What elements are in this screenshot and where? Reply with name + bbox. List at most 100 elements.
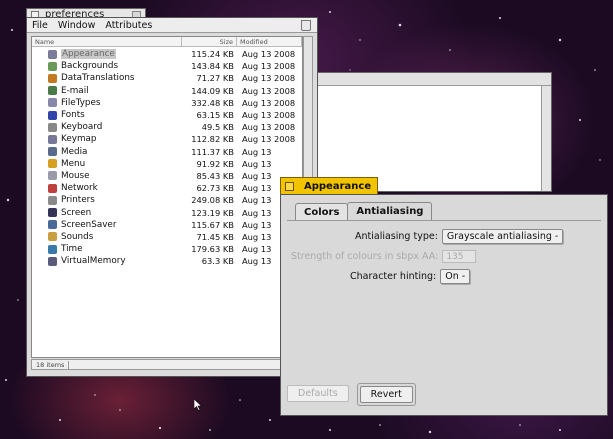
- list-item-modified: Aug 13 2008: [242, 134, 296, 145]
- list-item-name: Menu: [61, 158, 86, 169]
- status-bar: 18 items: [31, 359, 303, 370]
- list-item[interactable]: DataTranslations 71.27 KB Aug 13 2008: [32, 72, 302, 84]
- list-item-size: 91.92 KB: [196, 158, 234, 169]
- chevron-down-icon: -: [554, 231, 559, 242]
- aa-type-row: Antialiasing type: Grayscale antialiasin…: [355, 229, 564, 244]
- list-item-name: Appearance: [61, 49, 116, 60]
- list-item[interactable]: Printers 249.08 KB Aug 13: [32, 194, 302, 206]
- list-item-name-cell: E-mail: [32, 86, 182, 96]
- menu-icon: [48, 159, 57, 169]
- list-item-size: 143.84 KB: [191, 61, 234, 72]
- list-item-name-cell: Keymap: [32, 134, 182, 144]
- revert-button[interactable]: Revert: [359, 386, 413, 403]
- list-item-size: 115.67 KB: [191, 219, 234, 230]
- list-item-modified: Aug 13 2008: [242, 110, 296, 121]
- list-item-name: Backgrounds: [61, 61, 119, 72]
- mouse-pointer-icon: [194, 399, 202, 411]
- list-item-name: Time: [61, 244, 83, 255]
- list-item-name-cell: VirtualMemory: [32, 256, 182, 266]
- list-item-name: Printers: [61, 195, 95, 206]
- virtualmemory-icon: [48, 256, 57, 266]
- list-item-name-cell: ScreenSaver: [32, 220, 182, 230]
- file-list[interactable]: Name Size Modified Appearance 115.24 KB Au…: [31, 36, 303, 358]
- list-item[interactable]: ScreenSaver 115.67 KB Aug 13: [32, 219, 302, 231]
- list-item[interactable]: VirtualMemory 63.3 KB Aug 13: [32, 255, 302, 267]
- trash-icon[interactable]: [301, 20, 311, 31]
- email-icon: [48, 86, 57, 96]
- appearance-icon: [48, 49, 57, 59]
- hinting-row: Character hinting: On -: [350, 269, 471, 284]
- list-item-size: 249.08 KB: [191, 195, 234, 206]
- screen-icon: [48, 208, 57, 218]
- list-item[interactable]: Sounds 71.45 KB Aug 13: [32, 231, 302, 243]
- list-item-name: E-mail: [61, 85, 89, 96]
- list-item[interactable]: Backgrounds 143.84 KB Aug 13 2008: [32, 60, 302, 72]
- list-item[interactable]: Mouse 85.43 KB Aug 13: [32, 170, 302, 182]
- sounds-icon: [48, 232, 57, 242]
- strength-field: 135: [442, 250, 477, 263]
- printers-icon: [48, 195, 57, 205]
- list-item-name: Fonts: [61, 110, 85, 121]
- list-item-size: 62.73 KB: [196, 183, 234, 194]
- tab-colors[interactable]: Colors: [295, 203, 349, 220]
- keymap-icon: [48, 134, 57, 144]
- menu-attributes[interactable]: Attributes: [105, 20, 152, 31]
- close-icon[interactable]: [285, 182, 294, 191]
- list-item-size: 85.43 KB: [196, 170, 234, 181]
- tab-antialiasing[interactable]: Antialiasing: [347, 202, 433, 221]
- appearance-window: Colors Antialiasing Antialiasing type: G…: [280, 194, 608, 416]
- filetypes-icon: [48, 98, 57, 108]
- list-item-size: 112.82 KB: [191, 134, 234, 145]
- antialiasing-pane: Antialiasing type: Grayscale antialiasin…: [287, 220, 601, 380]
- background-window-scrollbar[interactable]: [541, 86, 551, 191]
- list-item-name: Screen: [61, 207, 92, 218]
- list-item-name: Mouse: [61, 170, 90, 181]
- list-item-name: Media: [61, 146, 88, 157]
- list-item-modified: Aug 13: [242, 158, 272, 169]
- prefs-window: File Window Attributes Name Size Modifie…: [26, 17, 318, 377]
- list-item[interactable]: Network 62.73 KB Aug 13: [32, 182, 302, 194]
- list-item-modified: Aug 13 2008: [242, 122, 296, 133]
- list-item-name: ScreenSaver: [61, 219, 117, 230]
- list-item-size: 111.37 KB: [191, 146, 234, 157]
- list-item-name: VirtualMemory: [61, 256, 126, 267]
- list-item[interactable]: Screen 123.19 KB Aug 13: [32, 206, 302, 218]
- list-item-name-cell: Fonts: [32, 110, 182, 120]
- horizontal-scrollbar[interactable]: [69, 360, 302, 369]
- list-item[interactable]: Fonts 63.15 KB Aug 13 2008: [32, 109, 302, 121]
- list-item-name-cell: Sounds: [32, 232, 182, 242]
- background-window[interactable]: [280, 72, 552, 192]
- list-item[interactable]: Media 111.37 KB Aug 13: [32, 146, 302, 158]
- menu-window[interactable]: Window: [58, 20, 95, 31]
- list-item[interactable]: FileTypes 332.48 KB Aug 13 2008: [32, 97, 302, 109]
- list-item-size: 49.5 KB: [201, 122, 234, 133]
- hinting-value: On: [445, 271, 459, 282]
- list-item[interactable]: Keymap 112.82 KB Aug 13 2008: [32, 133, 302, 145]
- list-item-size: 115.24 KB: [191, 49, 234, 60]
- aa-type-popup[interactable]: Grayscale antialiasing -: [441, 229, 564, 244]
- list-item-size: 71.45 KB: [196, 231, 234, 242]
- list-item[interactable]: E-mail 144.09 KB Aug 13 2008: [32, 85, 302, 97]
- list-item-size: 179.63 KB: [191, 244, 234, 255]
- appearance-window-tab[interactable]: Appearance: [280, 177, 378, 195]
- list-item-name-cell: Keyboard: [32, 122, 182, 132]
- defaults-button[interactable]: Defaults: [287, 385, 349, 402]
- list-item-name: Keyboard: [61, 122, 103, 133]
- list-item[interactable]: Appearance 115.24 KB Aug 13 2008: [32, 48, 302, 60]
- list-header: Name Size Modified: [32, 37, 302, 47]
- column-header-modified[interactable]: Modified: [237, 37, 302, 46]
- list-item-name-cell: Media: [32, 147, 182, 157]
- list-item[interactable]: Menu 91.92 KB Aug 13: [32, 158, 302, 170]
- network-icon: [48, 183, 57, 193]
- list-item-name-cell: Time: [32, 244, 182, 254]
- menu-file[interactable]: File: [32, 20, 48, 31]
- list-item-name: DataTranslations: [61, 73, 135, 84]
- column-header-size[interactable]: Size: [182, 37, 237, 46]
- list-item[interactable]: Keyboard 49.5 KB Aug 13 2008: [32, 121, 302, 133]
- list-item[interactable]: Time 179.63 KB Aug 13: [32, 243, 302, 255]
- list-item-name-cell: Network: [32, 183, 182, 193]
- background-window-titlebar[interactable]: [281, 73, 551, 86]
- list-item-modified: Aug 13 2008: [242, 49, 296, 60]
- hinting-popup[interactable]: On -: [440, 269, 471, 284]
- column-header-name[interactable]: Name: [32, 37, 182, 46]
